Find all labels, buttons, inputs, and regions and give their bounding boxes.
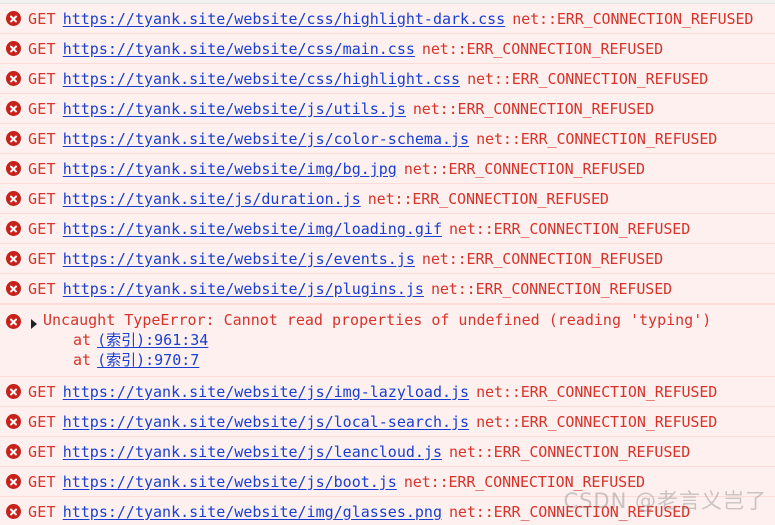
network-error-status: net::ERR_CONNECTION_REFUSED [430, 279, 673, 298]
request-method-label: GET [28, 412, 56, 431]
network-error-status: net::ERR_CONNECTION_REFUSED [476, 129, 718, 148]
error-circle-x-icon [6, 161, 21, 176]
error-circle-x-icon [6, 314, 21, 329]
console-error-row[interactable]: GET https://tyank.site/website/js/events.… [0, 244, 775, 274]
request-method-label: GET [28, 279, 56, 298]
error-circle-x-icon [6, 384, 21, 399]
request-url-link[interactable]: https://tyank.site/website/img/bg.jpg [63, 160, 397, 178]
network-error-status: net::ERR_CONNECTION_REFUSED [403, 159, 645, 178]
console-error-row[interactable]: GET https://tyank.site/website/img/bg.jpg… [0, 154, 775, 184]
console-error-row[interactable]: GET https://tyank.site/website/js/plugins… [0, 274, 775, 304]
request-method-label: GET [28, 442, 56, 461]
exception-icon-wrapper [6, 310, 28, 333]
request-url-link[interactable]: https://tyank.site/website/js/img-lazylo… [63, 383, 469, 401]
error-circle-x-icon [6, 281, 21, 296]
stack-frame-at-keyword: at [73, 331, 92, 349]
exception-message: Uncaught TypeError: Cannot read properti… [43, 311, 712, 329]
request-method-label: GET [28, 382, 56, 401]
request-method-label: GET [28, 99, 56, 118]
console-error-row[interactable]: GET https://tyank.site/website/js/local-s… [0, 407, 775, 437]
error-circle-x-icon [6, 474, 21, 489]
request-method-label: GET [28, 9, 56, 28]
stack-frame-at-keyword: at [73, 351, 92, 369]
network-error-status: net::ERR_CONNECTION_REFUSED [476, 412, 718, 431]
console-error-row[interactable]: GET https://tyank.site/js/duration.js net:… [0, 184, 775, 214]
stack-frame: at (索引):961:34 [43, 330, 711, 350]
error-circle-x-icon [6, 41, 21, 56]
stack-frame-source-link[interactable]: (索引):961:34 [97, 331, 208, 349]
error-circle-x-icon [6, 131, 21, 146]
error-circle-x-icon [6, 101, 21, 116]
console-error-row[interactable]: GET https://tyank.site/website/css/main.c… [0, 34, 775, 64]
error-circle-x-icon [6, 11, 21, 26]
error-circle-x-icon [6, 504, 21, 519]
error-circle-x-icon [6, 191, 21, 206]
stack-frame-source-link[interactable]: (索引):970:7 [97, 351, 199, 369]
error-circle-x-icon [6, 414, 21, 429]
console-exception-row[interactable]: Uncaught TypeError: Cannot read properti… [0, 304, 775, 377]
console-error-row[interactable]: GET https://tyank.site/website/js/color-s… [0, 124, 775, 154]
console-error-row[interactable]: GET https://tyank.site/website/img/glasse… [0, 497, 775, 525]
console-panel: GET https://tyank.site/website/css/highli… [0, 0, 775, 525]
error-circle-x-icon [6, 221, 21, 236]
network-error-status: net::ERR_CONNECTION_REFUSED [467, 69, 709, 88]
request-method-label: GET [28, 159, 56, 178]
request-url-link[interactable]: https://tyank.site/website/js/leancloud.… [63, 443, 442, 461]
request-url-link[interactable]: https://tyank.site/website/img/loading.g… [63, 220, 442, 238]
network-error-status: net::ERR_CONNECTION_REFUSED [476, 382, 718, 401]
network-error-status: net::ERR_CONNECTION_REFUSED [449, 502, 691, 521]
network-error-status: net::ERR_CONNECTION_REFUSED [512, 9, 754, 28]
request-method-label: GET [28, 249, 56, 268]
error-circle-x-icon [6, 71, 21, 86]
error-circle-x-icon [6, 444, 21, 459]
request-method-label: GET [28, 69, 56, 88]
error-circle-x-icon [6, 251, 21, 266]
network-error-status: net::ERR_CONNECTION_REFUSED [449, 219, 691, 238]
request-url-link[interactable]: https://tyank.site/website/js/local-sear… [63, 413, 469, 431]
request-url-link[interactable]: https://tyank.site/website/css/highlight… [63, 10, 506, 28]
request-url-link[interactable]: https://tyank.site/website/js/boot.js [63, 473, 397, 491]
stack-frame: at (索引):970:7 [43, 350, 711, 370]
network-error-status: net::ERR_CONNECTION_REFUSED [412, 99, 655, 118]
console-message-list: GET https://tyank.site/website/css/highli… [0, 4, 775, 525]
console-error-row[interactable]: GET https://tyank.site/website/js/boot.js… [0, 467, 775, 497]
network-error-status: net::ERR_CONNECTION_REFUSED [367, 189, 609, 208]
request-url-link[interactable]: https://tyank.site/website/img/glasses.p… [63, 503, 442, 521]
request-url-link[interactable]: https://tyank.site/website/css/highlight… [63, 70, 460, 88]
exception-body: Uncaught TypeError: Cannot read properti… [43, 310, 711, 370]
request-url-link[interactable]: https://tyank.site/website/js/utils.js [63, 100, 406, 118]
network-error-status: net::ERR_CONNECTION_REFUSED [421, 39, 664, 58]
console-error-row[interactable]: GET https://tyank.site/website/css/highli… [0, 64, 775, 94]
request-url-link[interactable]: https://tyank.site/js/duration.js [63, 190, 361, 208]
console-error-row[interactable]: GET https://tyank.site/website/img/loadin… [0, 214, 775, 244]
network-error-status: net::ERR_CONNECTION_REFUSED [449, 442, 691, 461]
request-method-label: GET [28, 219, 56, 238]
network-error-status: net::ERR_CONNECTION_REFUSED [421, 249, 664, 268]
console-error-row[interactable]: GET https://tyank.site/website/css/highli… [0, 4, 775, 34]
request-method-label: GET [28, 502, 56, 521]
request-url-link[interactable]: https://tyank.site/website/js/color-sche… [63, 130, 469, 148]
request-method-label: GET [28, 129, 56, 148]
console-error-row[interactable]: GET https://tyank.site/website/js/img-laz… [0, 377, 775, 407]
request-method-label: GET [28, 189, 56, 208]
request-method-label: GET [28, 39, 56, 58]
console-error-row[interactable]: GET https://tyank.site/website/js/leanclo… [0, 437, 775, 467]
console-error-row[interactable]: GET https://tyank.site/website/js/utils.j… [0, 94, 775, 124]
network-error-status: net::ERR_CONNECTION_REFUSED [403, 472, 645, 491]
request-url-link[interactable]: https://tyank.site/website/js/events.js [63, 250, 415, 268]
request-method-label: GET [28, 472, 56, 491]
triangle-right-icon[interactable] [31, 319, 37, 329]
request-url-link[interactable]: https://tyank.site/website/js/plugins.js [63, 280, 424, 298]
request-url-link[interactable]: https://tyank.site/website/css/main.css [63, 40, 415, 58]
